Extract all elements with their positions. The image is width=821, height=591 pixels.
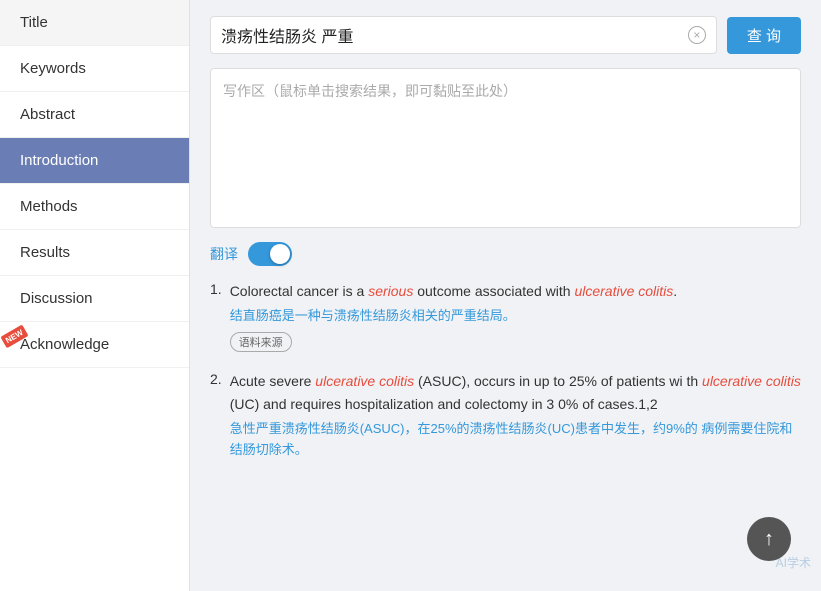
list-item: 1. Colorectal cancer is a serious outcom… (210, 280, 801, 352)
result-num: 2. (210, 370, 222, 465)
result-en-text: Colorectal cancer is a serious outcome a… (230, 280, 801, 302)
scroll-up-icon: ↑ (764, 528, 774, 551)
serious-italic: serious (368, 283, 413, 299)
sidebar-item-discussion[interactable]: Discussion (0, 276, 189, 322)
sidebar-item-label: Discussion (20, 290, 93, 307)
source-tag[interactable]: 语料来源 (230, 332, 292, 352)
result-content: Acute severe ulcerative colitis (ASUC), … (230, 370, 801, 465)
toggle-knob (270, 244, 290, 264)
sidebar-item-label: Introduction (20, 152, 98, 169)
result-cn-text: 急性严重溃疡性结肠炎(ASUC)，在25%的溃疡性结肠炎(UC)患者中发生，约9… (230, 419, 801, 461)
highlight-text: 溃疡性结肠炎 (334, 308, 412, 323)
highlight-text: 结肠切 (230, 442, 269, 457)
sidebar-item-label: Acknowledge (20, 336, 109, 353)
uc-link[interactable]: ulcerative colitis (315, 373, 414, 389)
result-list: 1. Colorectal cancer is a serious outcom… (210, 280, 801, 466)
list-item: 2. Acute severe ulcerative colitis (ASUC… (210, 370, 801, 465)
sidebar-item-results[interactable]: Results (0, 230, 189, 276)
result-en-text: Acute severe ulcerative colitis (ASUC), … (230, 370, 801, 415)
sidebar-item-abstract[interactable]: Abstract (0, 92, 189, 138)
clear-icon[interactable]: × (688, 26, 706, 44)
writing-area[interactable]: 写作区（鼠标单击搜索结果，即可黏贴至此处） (210, 68, 801, 228)
translate-label: 翻译 (210, 244, 238, 264)
sidebar-item-methods[interactable]: Methods (0, 184, 189, 230)
result-num: 1. (210, 280, 222, 352)
highlight-text: 严重溃疡性结肠炎 (256, 421, 360, 436)
translate-row: 翻译 (210, 242, 801, 266)
sidebar-item-label: Results (20, 244, 70, 261)
sidebar-item-title[interactable]: Title (0, 0, 189, 46)
writing-area-placeholder: 写作区（鼠标单击搜索结果，即可黏贴至此处） (223, 83, 517, 99)
search-query-text: 溃疡性结肠炎 严重 (221, 23, 688, 47)
highlight-text: 溃疡性结肠炎 (470, 421, 548, 436)
search-button[interactable]: 查 询 (727, 17, 801, 54)
sidebar-item-label: Keywords (20, 60, 86, 77)
sidebar-item-label: Methods (20, 198, 78, 215)
scroll-up-button[interactable]: ↑ (747, 517, 791, 561)
uc-link[interactable]: ulcerative colitis (574, 283, 673, 299)
sidebar-item-keywords[interactable]: Keywords (0, 46, 189, 92)
sidebar-item-label: Title (20, 14, 48, 31)
sidebar-item-introduction[interactable]: Introduction (0, 138, 189, 184)
highlight-text: 严重 (451, 308, 477, 323)
main-content: 溃疡性结肠炎 严重 × 查 询 写作区（鼠标单击搜索结果，即可黏贴至此处） 翻译… (190, 0, 821, 591)
sidebar-item-acknowledge[interactable]: NEW Acknowledge (0, 322, 189, 368)
uc-link[interactable]: ulcerative colitis (702, 373, 801, 389)
search-bar: 溃疡性结肠炎 严重 × 查 询 (210, 16, 801, 54)
translate-toggle[interactable] (248, 242, 292, 266)
search-input-wrapper: 溃疡性结肠炎 严重 × (210, 16, 717, 54)
sidebar: Title Keywords Abstract Introduction Met… (0, 0, 190, 591)
result-content: Colorectal cancer is a serious outcome a… (230, 280, 801, 352)
sidebar-item-label: Abstract (20, 106, 75, 123)
result-cn-text: 结直肠癌是一种与溃疡性结肠炎相关的严重结局。 (230, 306, 801, 327)
